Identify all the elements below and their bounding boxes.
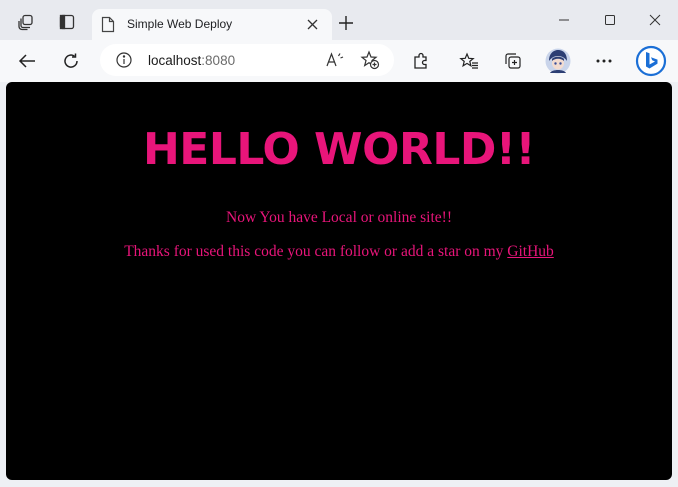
plus-icon[interactable] (334, 11, 358, 35)
minimize-icon[interactable] (550, 8, 578, 32)
address-bar[interactable]: localhost:8080 (100, 44, 394, 76)
intro-text: Now You have Local or online site!! (226, 209, 452, 226)
github-link[interactable]: GitHub (507, 243, 554, 260)
tab-actions-icon[interactable] (54, 9, 80, 35)
add-favorite-icon[interactable] (359, 50, 381, 70)
page-content: HELLO WORLD!! Now You have Local or onli… (6, 82, 672, 480)
read-aloud-icon[interactable] (324, 50, 346, 70)
collections-icon[interactable] (499, 48, 527, 74)
address-port: :8080 (201, 53, 236, 68)
follow-text: Thanks for used this code you can follow… (6, 243, 672, 261)
extensions-icon[interactable] (407, 48, 435, 74)
address-text: localhost:8080 (148, 53, 235, 68)
bing-icon[interactable] (634, 44, 668, 78)
maximize-icon[interactable] (596, 8, 624, 32)
info-icon[interactable] (115, 51, 133, 69)
tab-simple-web-deploy[interactable]: Simple Web Deploy (92, 9, 332, 40)
follow-text-prefix: Thanks for used this code you can follow… (124, 243, 508, 260)
tab-title: Simple Web Deploy (127, 17, 233, 31)
close-icon[interactable] (303, 15, 321, 33)
address-host: localhost (148, 53, 202, 68)
avatar[interactable] (544, 48, 572, 74)
browser-toolbar: localhost:8080 (0, 40, 678, 82)
close-window-icon[interactable] (641, 8, 669, 32)
tab-strip: Simple Web Deploy (0, 0, 678, 40)
back-arrow-icon[interactable] (13, 48, 41, 74)
refresh-icon[interactable] (57, 48, 85, 74)
more-icon[interactable] (590, 48, 618, 74)
workspaces-icon[interactable] (13, 9, 39, 35)
page-heading: HELLO WORLD!! (142, 124, 536, 175)
favorites-icon[interactable] (455, 48, 483, 74)
page-icon (101, 16, 117, 33)
